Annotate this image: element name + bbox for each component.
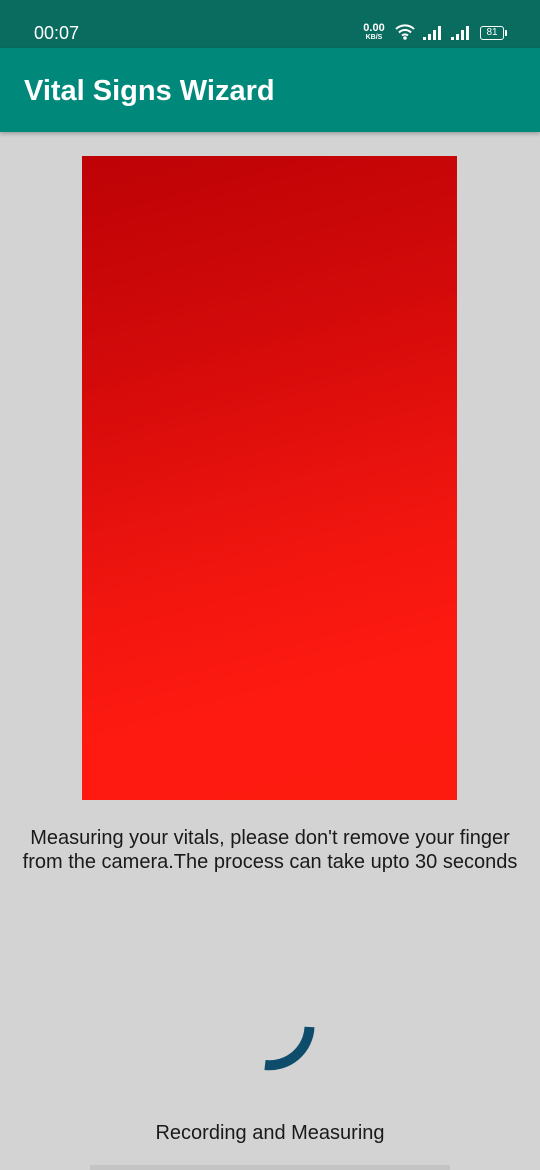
- status-bar: 00:07 0.00 KB/S 81: [0, 0, 540, 48]
- network-speed: 0.00 KB/S: [360, 22, 388, 42]
- loading-spinner-icon: [258, 1020, 318, 1081]
- wifi-icon: [395, 24, 415, 45]
- battery-icon: 81: [480, 26, 504, 40]
- network-speed-unit: KB/S: [365, 34, 383, 41]
- camera-preview: [82, 156, 457, 800]
- app-title: Vital Signs Wizard: [24, 75, 275, 107]
- battery-nub: [505, 30, 507, 36]
- app-bar: Vital Signs Wizard: [0, 48, 540, 132]
- cell-signal-icon: [451, 26, 473, 45]
- instructions-text: Measuring your vitals, please don't remo…: [22, 827, 518, 873]
- network-speed-value: 0.00: [363, 22, 385, 34]
- status-text: Recording and Measuring: [155, 1122, 385, 1144]
- status-time: 00:07: [34, 23, 80, 43]
- cell-signal-icon: [423, 26, 445, 45]
- bottom-strip: [90, 1165, 450, 1170]
